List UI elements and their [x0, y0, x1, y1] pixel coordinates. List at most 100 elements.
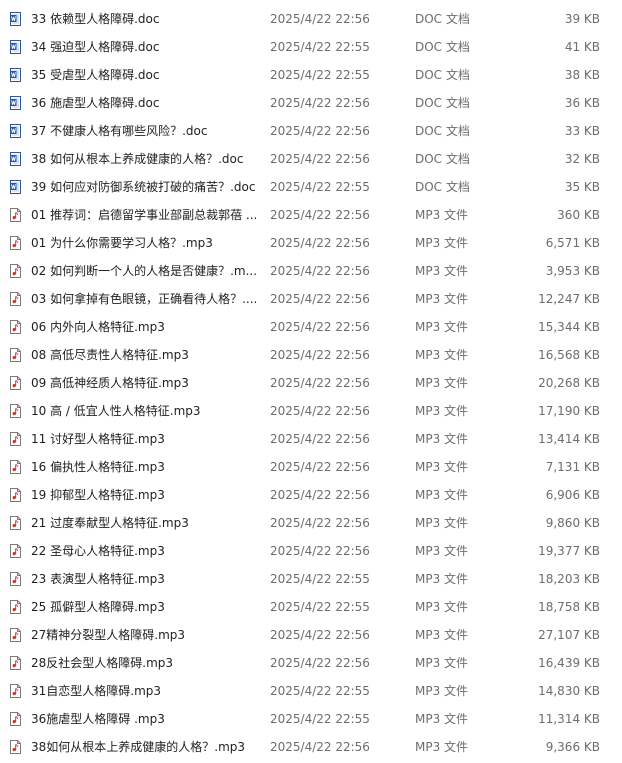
mp3-file-icon: [10, 656, 21, 670]
file-type: MP3 文件: [415, 376, 469, 390]
file-name: 23 表演型人格特征.mp3: [31, 572, 165, 586]
file-name: 01 为什么你需要学习人格？.mp3: [31, 236, 213, 250]
file-row[interactable]: 28反社会型人格障碍.mp3 2025/4/22 22:56 MP3 文件 16…: [0, 649, 622, 677]
file-date-modified: 2025/4/22 22:56: [270, 740, 370, 754]
file-date-modified: 2025/4/22 22:56: [270, 656, 370, 670]
file-date-modified: 2025/4/22 22:55: [270, 68, 370, 82]
file-date-modified: 2025/4/22 22:56: [270, 628, 370, 642]
file-type: MP3 文件: [415, 292, 469, 306]
file-type: DOC 文档: [415, 96, 470, 110]
file-row[interactable]: 10 高 / 低宜人性人格特征.mp3 2025/4/22 22:56 MP3 …: [0, 397, 622, 425]
file-size: 27,107 KB: [538, 628, 600, 642]
file-name: 25 孤僻型人格障碍.mp3: [31, 600, 165, 614]
file-date-modified: 2025/4/22 22:56: [270, 544, 370, 558]
file-size: 11,314 KB: [538, 712, 600, 726]
word-doc-icon: [10, 40, 21, 54]
file-row[interactable]: 23 表演型人格特征.mp3 2025/4/22 22:55 MP3 文件 18…: [0, 565, 622, 593]
file-list: 33 依赖型人格障碍.doc 2025/4/22 22:56 DOC 文档 39…: [0, 0, 622, 763]
file-size: 6,571 KB: [545, 236, 600, 250]
file-row[interactable]: 08 高低尽责性人格特征.mp3 2025/4/22 22:56 MP3 文件 …: [0, 341, 622, 369]
file-type: MP3 文件: [415, 404, 469, 418]
file-name: 21 过度奉献型人格特征.mp3: [31, 516, 189, 530]
file-date-modified: 2025/4/22 22:56: [270, 96, 370, 110]
file-name: 09 高低神经质人格特征.mp3: [31, 376, 189, 390]
file-row[interactable]: 35 受虐型人格障碍.doc 2025/4/22 22:55 DOC 文档 38…: [0, 61, 622, 89]
file-row[interactable]: 06 内外向人格特征.mp3 2025/4/22 22:56 MP3 文件 15…: [0, 313, 622, 341]
file-date-modified: 2025/4/22 22:56: [270, 264, 370, 278]
file-row[interactable]: 16 偏执性人格特征.mp3 2025/4/22 22:56 MP3 文件 7,…: [0, 453, 622, 481]
file-type: MP3 文件: [415, 712, 469, 726]
file-type: MP3 文件: [415, 460, 469, 474]
file-row[interactable]: 02 如何判断一个人的人格是否健康？.m... 2025/4/22 22:56 …: [0, 257, 622, 285]
file-size: 360 KB: [557, 208, 600, 222]
file-type: MP3 文件: [415, 208, 469, 222]
file-size: 7,131 KB: [545, 460, 600, 474]
file-row[interactable]: 01 为什么你需要学习人格？.mp3 2025/4/22 22:56 MP3 文…: [0, 229, 622, 257]
file-date-modified: 2025/4/22 22:55: [270, 40, 370, 54]
file-type: MP3 文件: [415, 348, 469, 362]
file-type: MP3 文件: [415, 684, 469, 698]
file-row[interactable]: 39 如何应对防御系统被打破的痛苦？.doc 2025/4/22 22:55 D…: [0, 173, 622, 201]
file-type: MP3 文件: [415, 740, 469, 754]
file-row[interactable]: 31自恋型人格障碍.mp3 2025/4/22 22:55 MP3 文件 14,…: [0, 677, 622, 705]
mp3-file-icon: [10, 432, 21, 446]
file-name: 19 抑郁型人格特征.mp3: [31, 488, 165, 502]
file-row[interactable]: 21 过度奉献型人格特征.mp3 2025/4/22 22:56 MP3 文件 …: [0, 509, 622, 537]
mp3-file-icon: [10, 320, 21, 334]
file-size: 36 KB: [564, 96, 600, 110]
file-row[interactable]: 37 不健康人格有哪些风险？.doc 2025/4/22 22:56 DOC 文…: [0, 117, 622, 145]
file-row[interactable]: 36施虐型人格障碍 .mp3 2025/4/22 22:55 MP3 文件 11…: [0, 705, 622, 733]
file-size: 16,439 KB: [538, 656, 600, 670]
file-row[interactable]: 34 强迫型人格障碍.doc 2025/4/22 22:55 DOC 文档 41…: [0, 33, 622, 61]
word-doc-icon: [10, 68, 21, 82]
mp3-file-icon: [10, 460, 21, 474]
file-name: 28反社会型人格障碍.mp3: [31, 656, 174, 670]
file-date-modified: 2025/4/22 22:56: [270, 292, 370, 306]
file-row[interactable]: 01 推荐词：启德留学事业部副总裁郭蓓 ... 2025/4/22 22:56 …: [0, 201, 622, 229]
file-row[interactable]: 36 施虐型人格障碍.doc 2025/4/22 22:56 DOC 文档 36…: [0, 89, 622, 117]
file-size: 13,414 KB: [538, 432, 600, 446]
file-row[interactable]: 03 如何拿掉有色眼镜，正确看待人格？.... 2025/4/22 22:56 …: [0, 285, 622, 313]
mp3-file-icon: [10, 404, 21, 418]
file-type: MP3 文件: [415, 264, 469, 278]
file-size: 16,568 KB: [538, 348, 600, 362]
file-type: MP3 文件: [415, 516, 469, 530]
file-row[interactable]: 11 讨好型人格特征.mp3 2025/4/22 22:56 MP3 文件 13…: [0, 425, 622, 453]
file-type: MP3 文件: [415, 488, 469, 502]
word-doc-icon: [10, 96, 21, 110]
file-name: 31自恋型人格障碍.mp3: [31, 684, 162, 698]
mp3-file-icon: [10, 292, 21, 306]
file-row[interactable]: 38如何从根本上养成健康的人格？.mp3 2025/4/22 22:56 MP3…: [0, 733, 622, 761]
file-date-modified: 2025/4/22 22:56: [270, 460, 370, 474]
file-size: 41 KB: [564, 40, 600, 54]
file-name: 37 不健康人格有哪些风险？.doc: [31, 124, 208, 138]
file-date-modified: 2025/4/22 22:56: [270, 320, 370, 334]
word-doc-icon: [10, 180, 21, 194]
file-row[interactable]: 25 孤僻型人格障碍.mp3 2025/4/22 22:55 MP3 文件 18…: [0, 593, 622, 621]
file-name: 35 受虐型人格障碍.doc: [31, 68, 160, 82]
file-row[interactable]: 38 如何从根本上养成健康的人格？.doc 2025/4/22 22:56 DO…: [0, 145, 622, 173]
file-date-modified: 2025/4/22 22:56: [270, 12, 370, 26]
mp3-file-icon: [10, 264, 21, 278]
file-type: DOC 文档: [415, 12, 470, 26]
file-row[interactable]: 33 依赖型人格障碍.doc 2025/4/22 22:56 DOC 文档 39…: [0, 5, 622, 33]
file-name: 36施虐型人格障碍 .mp3: [31, 712, 165, 726]
mp3-file-icon: [10, 740, 21, 754]
file-name: 36 施虐型人格障碍.doc: [31, 96, 160, 110]
file-type: MP3 文件: [415, 236, 469, 250]
file-type: MP3 文件: [415, 628, 469, 642]
file-date-modified: 2025/4/22 22:55: [270, 684, 370, 698]
file-row[interactable]: 19 抑郁型人格特征.mp3 2025/4/22 22:56 MP3 文件 6,…: [0, 481, 622, 509]
file-size: 6,906 KB: [545, 488, 600, 502]
file-name: 39 如何应对防御系统被打破的痛苦？.doc: [31, 180, 256, 194]
file-date-modified: 2025/4/22 22:56: [270, 124, 370, 138]
file-row[interactable]: 22 圣母心人格特征.mp3 2025/4/22 22:56 MP3 文件 19…: [0, 537, 622, 565]
file-date-modified: 2025/4/22 22:55: [270, 180, 370, 194]
mp3-file-icon: [10, 544, 21, 558]
file-row[interactable]: 09 高低神经质人格特征.mp3 2025/4/22 22:56 MP3 文件 …: [0, 369, 622, 397]
file-size: 12,247 KB: [538, 292, 600, 306]
file-row[interactable]: 27精神分裂型人格障碍.mp3 2025/4/22 22:56 MP3 文件 2…: [0, 621, 622, 649]
file-name: 06 内外向人格特征.mp3: [31, 320, 165, 334]
file-name: 08 高低尽责性人格特征.mp3: [31, 348, 189, 362]
file-date-modified: 2025/4/22 22:55: [270, 572, 370, 586]
